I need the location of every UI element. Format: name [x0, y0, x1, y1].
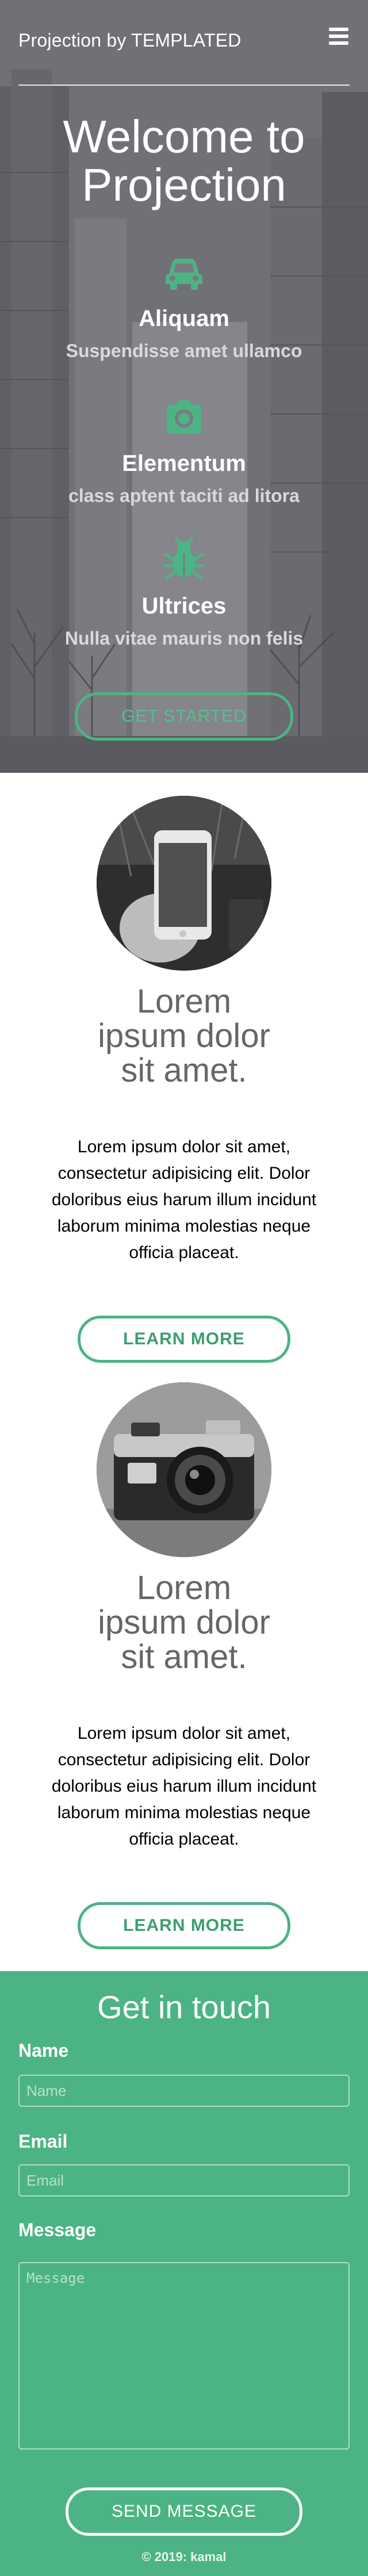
email-label: Email [18, 2131, 68, 2152]
name-label: Name [18, 2040, 69, 2061]
card-title: Lorem ipsum dolor sit amet. [98, 1569, 270, 1676]
learn-more-button[interactable]: LEARN MORE [78, 1902, 290, 1949]
bug-icon [163, 536, 205, 580]
contact-title: Get in touch [97, 1989, 271, 2025]
feature-title: Elementum [122, 451, 246, 476]
vintage-camera-photo [97, 1382, 271, 1557]
send-message-button[interactable]: SEND MESSAGE [66, 2487, 302, 2536]
feature-item: Ultrices Nulla vitae mauris non felis [0, 536, 368, 662]
footer-copyright: © 2019: kamal [141, 2550, 227, 2564]
hero-title: Welcome to Projection [63, 111, 305, 210]
learn-more-button[interactable]: LEARN MORE [78, 1316, 290, 1363]
name-field[interactable] [18, 2075, 350, 2107]
header-divider [18, 85, 350, 86]
message-label: Message [18, 2220, 97, 2240]
feature-description: Suspendisse amet ullamco [66, 340, 302, 361]
card-text: Lorem ipsum dolor sit amet, consectetur … [51, 1137, 317, 1262]
hero-section: Projection by TEMPLATED Welcome to Proje… [0, 0, 368, 773]
feature-item: Elementum class aptent taciti ad litora [0, 393, 368, 520]
feature-title: Aliquam [139, 306, 229, 331]
feature-description: Nulla vitae mauris non felis [64, 628, 304, 649]
feature-description: class aptent taciti ad litora [68, 485, 300, 506]
email-field[interactable] [18, 2164, 350, 2196]
feature-item: Aliquam Suspendisse amet ullamco [0, 248, 368, 375]
content-card: Lorem ipsum dolor sit amet. Lorem ipsum … [0, 796, 368, 1371]
top-navigation-bar: Projection by TEMPLATED [0, 0, 368, 86]
message-field[interactable] [18, 2262, 350, 2450]
brand-logo-text[interactable]: Projection by TEMPLATED [18, 30, 241, 51]
hamburger-menu-icon[interactable] [329, 28, 350, 47]
card-title: Lorem ipsum dolor sit amet. [98, 983, 270, 1089]
card-text: Lorem ipsum dolor sit amet, consectetur … [51, 1724, 317, 1849]
get-started-button[interactable]: GET STARTED [75, 692, 293, 741]
camera-icon [167, 400, 201, 434]
car-icon [166, 259, 202, 290]
feature-title: Ultrices [141, 593, 227, 619]
phone-camera-photo [97, 796, 271, 971]
content-card: Lorem ipsum dolor sit amet. Lorem ipsum … [0, 1382, 368, 1957]
